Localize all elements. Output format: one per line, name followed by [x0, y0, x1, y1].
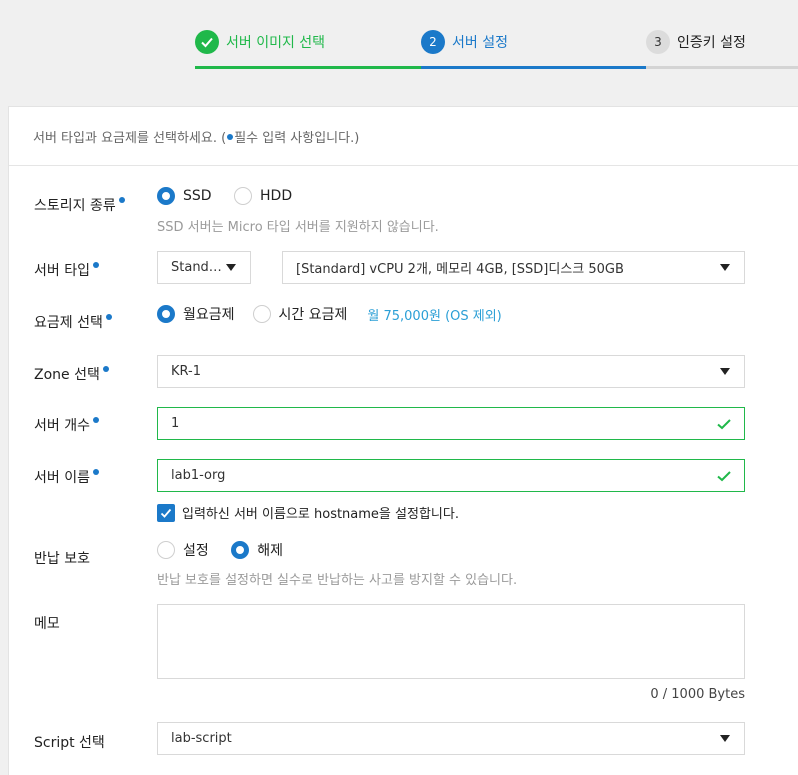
hostname-checkbox-row[interactable]: 입력하신 서버 이름으로 hostname을 설정합니다. — [157, 503, 459, 522]
return-protection-hint: 반납 보호를 설정하면 실수로 반납하는 사고를 방지할 수 있습니다. — [157, 573, 518, 588]
radio-selected-icon[interactable] — [231, 541, 250, 559]
server-count-input[interactable]: 1 — [157, 407, 745, 440]
select-value: [Standard] vCPU 2개, 메모리 4GB, [SSD]디스크 50… — [296, 262, 624, 277]
server-type-category-select[interactable]: Stand… — [157, 251, 251, 284]
radio-hourly[interactable]: 시간 요금제 — [252, 304, 348, 324]
required-dot-icon — [92, 417, 99, 423]
checkbox-checked-icon[interactable] — [157, 503, 175, 522]
radio-label: 설정 — [183, 543, 209, 559]
pricing-radio-group: 월요금제 시간 요금제 월 75,000원 (OS 제외) — [157, 304, 502, 324]
radio-empty-icon[interactable] — [234, 187, 253, 205]
step-label: 서버 이미지 선택 — [226, 35, 326, 51]
step-server-image[interactable]: 서버 이미지 선택 — [195, 30, 325, 54]
select-value: Stand… — [171, 260, 222, 275]
step-server-settings[interactable]: 2 서버 설정 — [421, 30, 508, 54]
script-select[interactable]: lab-script — [157, 722, 745, 755]
label-text: 서버 타입 — [34, 263, 90, 279]
radio-label: 해제 — [257, 543, 283, 559]
radio-ssd[interactable]: SSD — [157, 187, 212, 205]
server-name-label: 서버 이름 — [34, 467, 99, 487]
check-icon — [716, 468, 732, 488]
required-dot-icon — [92, 469, 99, 475]
price-display: 월 75,000원 (OS 제외) — [367, 308, 502, 324]
zone-select[interactable]: KR-1 — [157, 355, 745, 388]
intro-text: 서버 타입과 요금제를 선택하세요. ( — [33, 130, 227, 146]
required-dot-icon — [102, 366, 109, 372]
required-dot-icon — [105, 314, 112, 320]
storage-hint: SSD 서버는 Micro 타입 서버를 지원하지 않습니다. — [157, 220, 439, 235]
step-progress-bar — [421, 66, 646, 69]
panel-intro: 서버 타입과 요금제를 선택하세요. ( 필수 입력 사항입니다.) — [9, 107, 798, 166]
step-progress-bar — [195, 66, 421, 69]
chevron-down-icon — [720, 264, 730, 271]
return-protection-label: 반납 보호 — [34, 551, 90, 567]
input-value: 1 — [171, 416, 180, 431]
label-text: 서버 개수 — [34, 418, 90, 434]
radio-selected-icon[interactable] — [157, 187, 175, 205]
label-text: Zone 선택 — [34, 367, 100, 383]
radio-label: 월요금제 — [183, 307, 235, 323]
label-text: 서버 이름 — [34, 470, 90, 486]
intro-text-suffix: 필수 입력 사항입니다.) — [234, 130, 360, 146]
step-number: 2 — [421, 30, 445, 54]
server-count-label: 서버 개수 — [34, 415, 99, 435]
memo-label: 메모 — [34, 616, 60, 632]
required-dot-icon — [118, 197, 125, 203]
zone-label: Zone 선택 — [34, 364, 109, 384]
server-type-label: 서버 타입 — [34, 260, 99, 280]
radio-selected-icon[interactable] — [157, 305, 175, 323]
radio-empty-icon[interactable] — [252, 305, 271, 323]
select-value: KR-1 — [171, 364, 201, 379]
wizard-stepper: 서버 이미지 선택 2 서버 설정 3 인증키 설정 — [0, 0, 798, 70]
chevron-down-icon — [720, 368, 730, 375]
return-protection-radio-group: 설정 해제 — [157, 540, 301, 563]
label-text: 스토리지 종류 — [34, 198, 116, 214]
radio-protect-off[interactable]: 해제 — [231, 540, 283, 560]
radio-monthly[interactable]: 월요금제 — [157, 304, 235, 324]
check-icon — [195, 30, 219, 54]
input-value: lab1-org — [171, 468, 226, 483]
required-dot-icon — [227, 134, 234, 140]
chevron-down-icon — [226, 264, 236, 271]
step-label: 인증키 설정 — [677, 35, 746, 51]
radio-protect-on[interactable]: 설정 — [157, 540, 209, 560]
radio-hdd[interactable]: HDD — [234, 187, 292, 205]
step-label: 서버 설정 — [452, 35, 508, 51]
required-dot-icon — [92, 262, 99, 268]
step-number: 3 — [646, 30, 670, 54]
checkbox-label: 입력하신 서버 이름으로 hostname을 설정합니다. — [182, 507, 459, 522]
radio-label: 시간 요금제 — [278, 307, 348, 323]
script-label: Script 선택 — [34, 735, 105, 751]
radio-empty-icon[interactable] — [157, 541, 175, 559]
storage-label: 스토리지 종류 — [34, 195, 125, 215]
chevron-down-icon — [720, 735, 730, 742]
memo-textarea[interactable] — [157, 604, 745, 679]
step-auth-key[interactable]: 3 인증키 설정 — [646, 30, 746, 54]
pricing-label: 요금제 선택 — [34, 312, 112, 332]
radio-label: SSD — [183, 188, 212, 204]
server-type-spec-select[interactable]: [Standard] vCPU 2개, 메모리 4GB, [SSD]디스크 50… — [282, 251, 745, 284]
server-settings-panel: 서버 타입과 요금제를 선택하세요. ( 필수 입력 사항입니다.) 스토리지 종… — [8, 106, 798, 775]
storage-radio-group: SSD HDD — [157, 187, 310, 209]
step-progress-bar — [646, 66, 798, 69]
check-icon — [716, 416, 732, 436]
memo-byte-counter: 0 / 1000 Bytes — [650, 687, 745, 702]
radio-label: HDD — [260, 188, 293, 204]
server-name-input[interactable]: lab1-org — [157, 459, 745, 492]
label-text: 요금제 선택 — [34, 315, 103, 331]
select-value: lab-script — [171, 731, 232, 746]
